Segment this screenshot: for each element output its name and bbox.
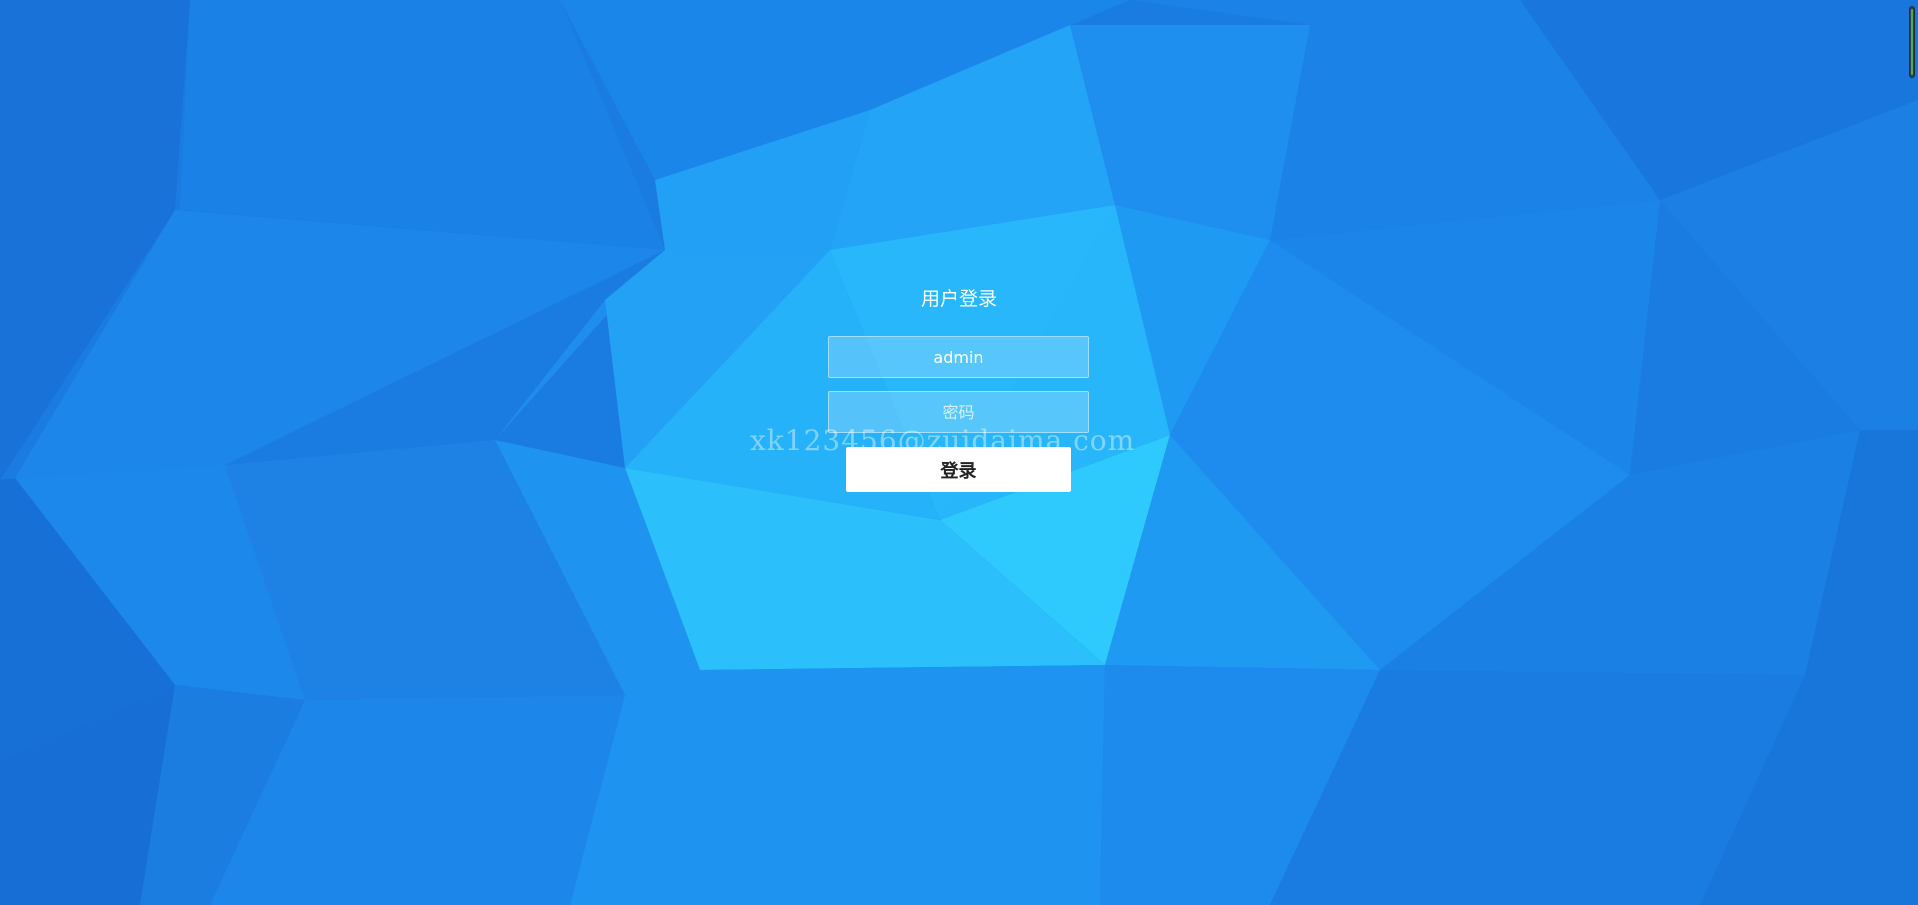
password-input[interactable] bbox=[828, 391, 1089, 433]
login-title: 用户登录 bbox=[920, 288, 997, 310]
login-form: 用户登录 登录 bbox=[827, 286, 1091, 506]
login-page: 用户登录 登录 xk123456@zuidaima.com bbox=[0, 0, 1918, 905]
scroll-thumb[interactable] bbox=[1911, 9, 1913, 75]
scroll-indicator[interactable] bbox=[1909, 6, 1915, 78]
login-button[interactable]: 登录 bbox=[846, 447, 1071, 492]
username-input[interactable] bbox=[828, 336, 1089, 378]
